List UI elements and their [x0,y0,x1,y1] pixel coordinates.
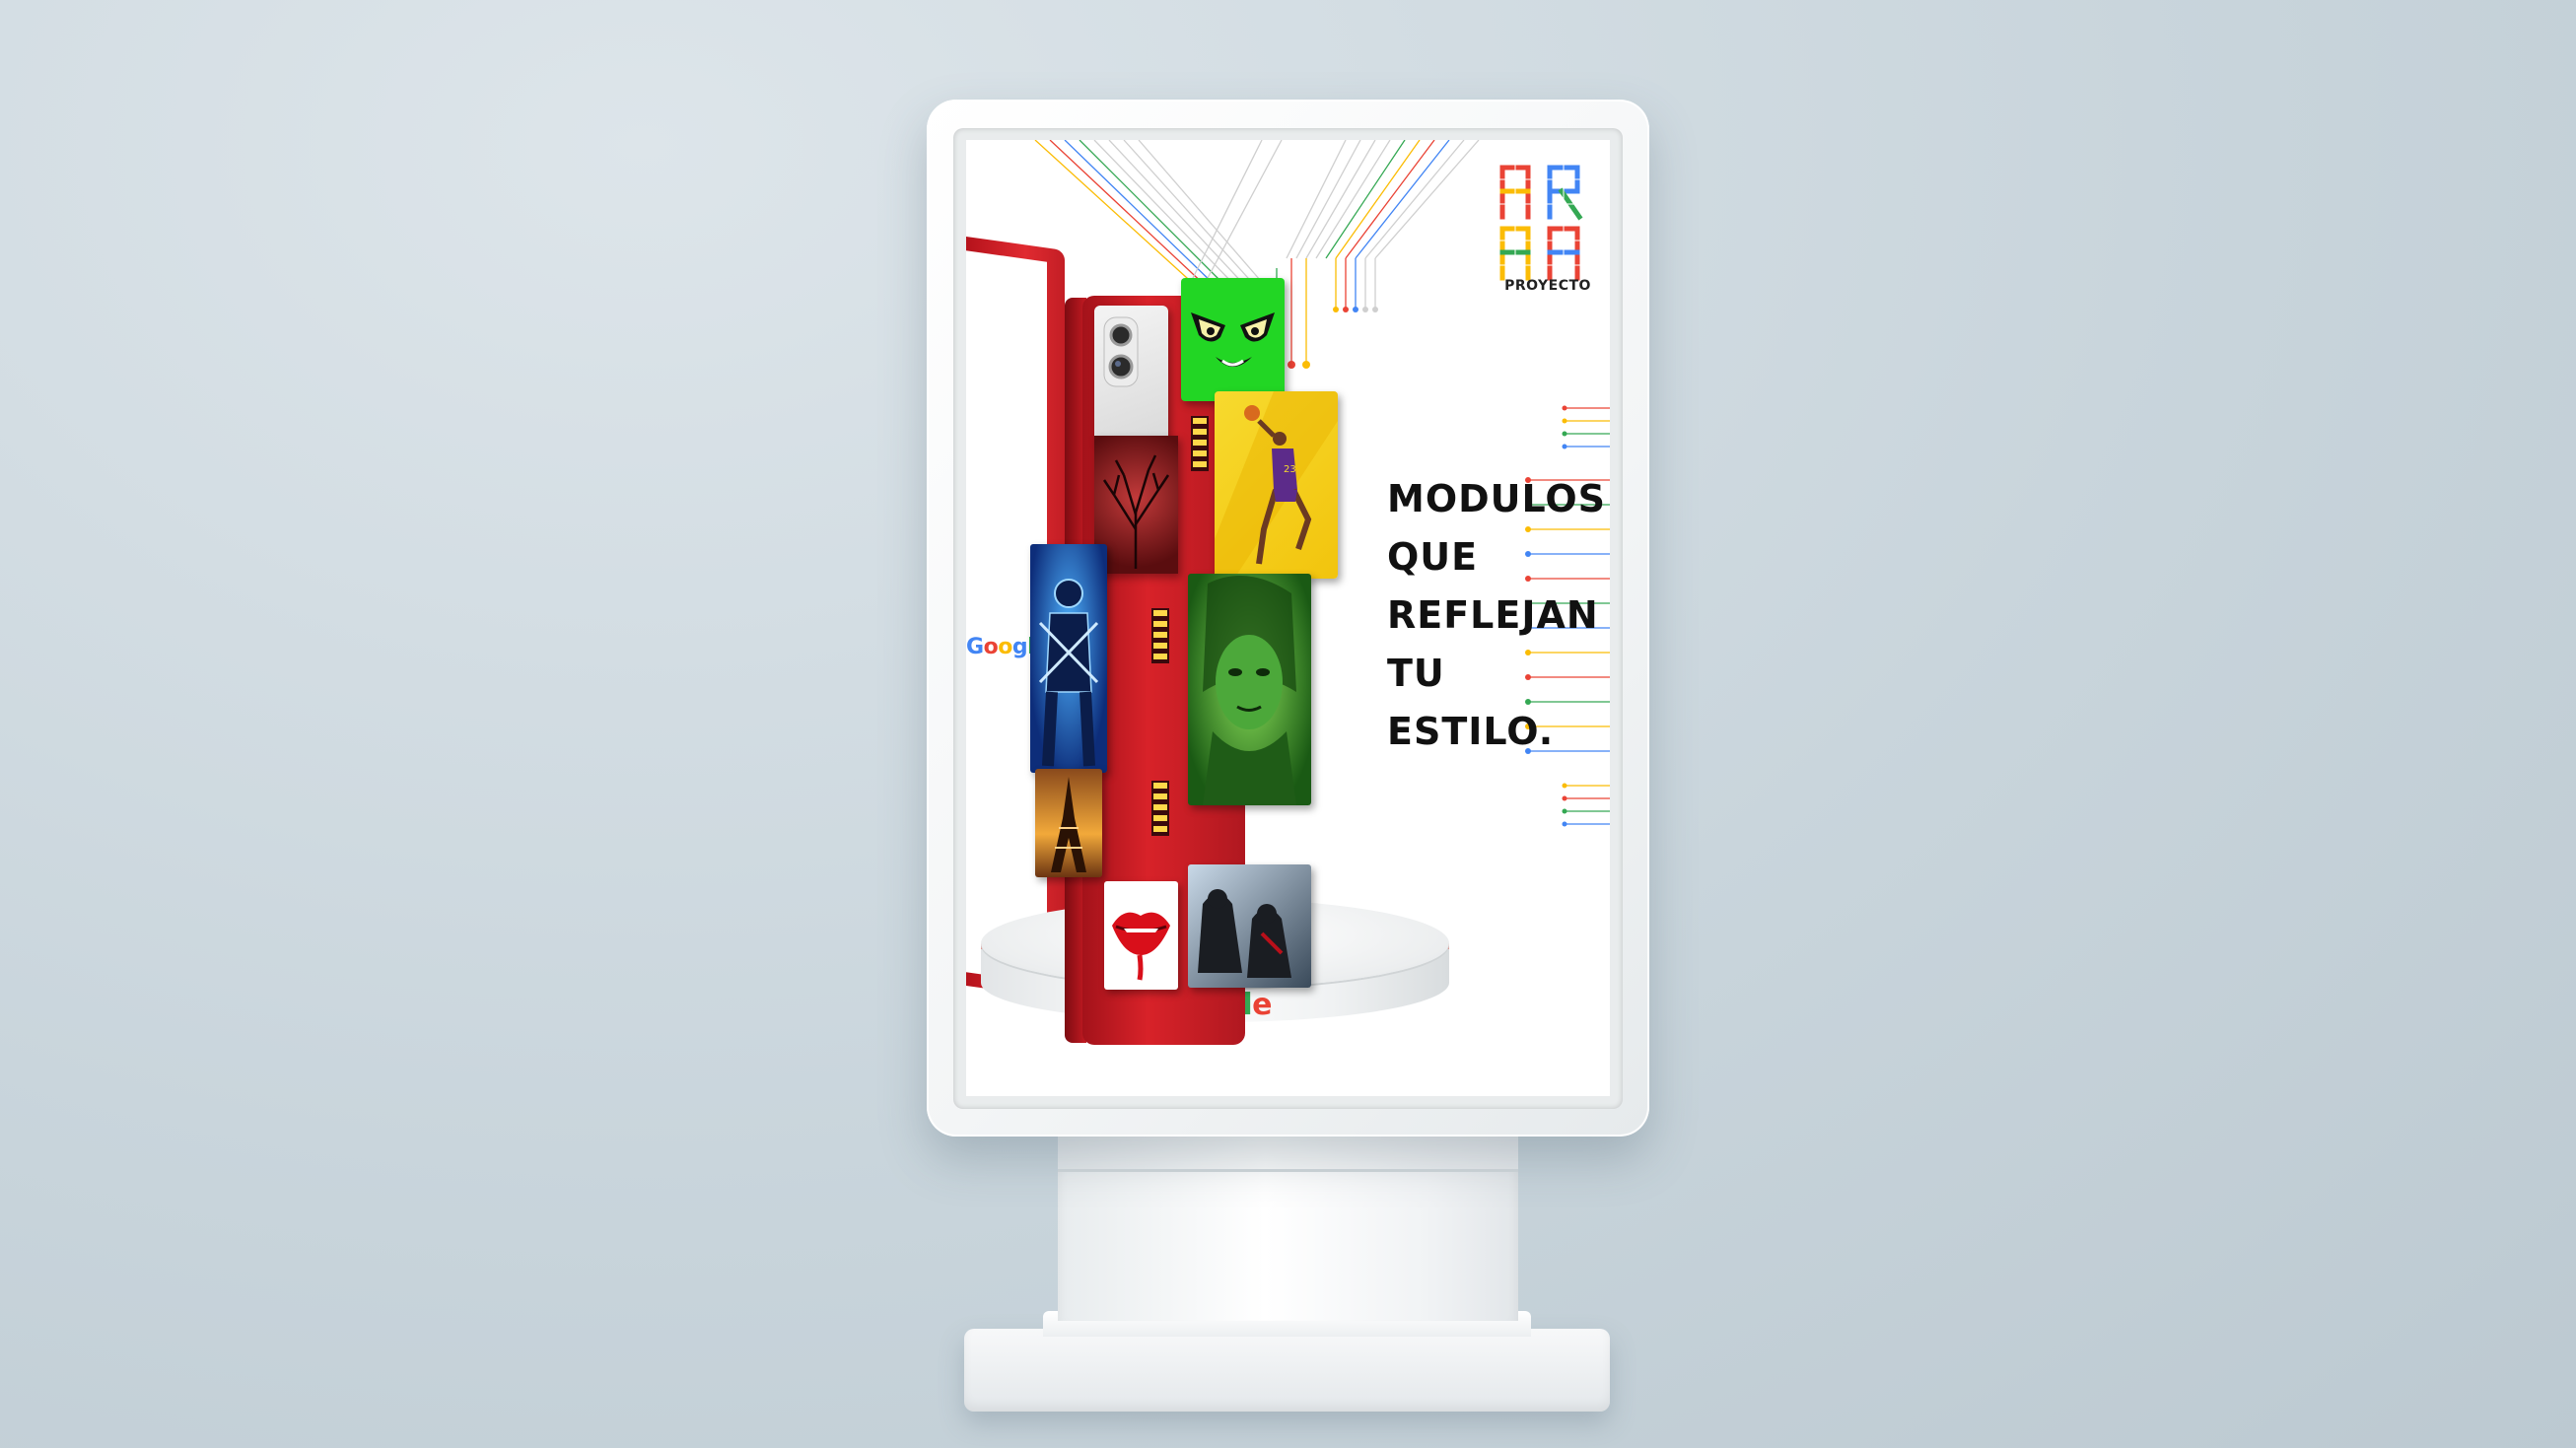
headline-line-3: REFLEJAN [1387,593,1599,637]
alien-face-module [1181,278,1285,401]
portrait-icon [1203,576,1296,805]
figures-icon [1198,889,1291,978]
basketball-player-module: 23 [1215,391,1338,579]
headline-line-2: QUE [1387,535,1479,579]
headline-line-4: TU [1387,652,1445,695]
eiffel-tower-module [1035,769,1102,877]
mockup-scene: PROYECTO MODULOS QUE REFLEJAN TU ESTILO.… [0,0,2576,1448]
warrior-icon [1038,579,1099,767]
eiffel-tower-icon [1051,777,1086,872]
module-connector-pins [1191,416,1209,471]
poster: PROYECTO MODULOS QUE REFLEJAN TU ESTILO.… [966,140,1610,1096]
green-portrait-module [1188,574,1311,805]
blue-warrior-module [1030,544,1107,773]
module-connector-pins [1151,608,1169,663]
svg-text:23: 23 [1284,464,1296,475]
dark-scene-module [1188,864,1311,988]
headline-line-1: MODULOS [1387,477,1607,520]
camera-icon [1103,316,1139,387]
headline: MODULOS QUE REFLEJAN TU ESTILO. [1387,470,1610,761]
red-lips-module [1104,881,1178,990]
lips-icon [1112,912,1170,981]
headline-line-5: ESTILO. [1387,710,1555,753]
ara-logo [1498,158,1597,286]
basketball-player-icon: 23 [1215,391,1338,579]
camera-module [1094,306,1168,444]
logo-subtitle: PROYECTO [1504,278,1591,294]
module-connector-pins [1151,781,1169,836]
stand-base [964,1329,1610,1412]
alien-face-icon [1191,312,1275,367]
